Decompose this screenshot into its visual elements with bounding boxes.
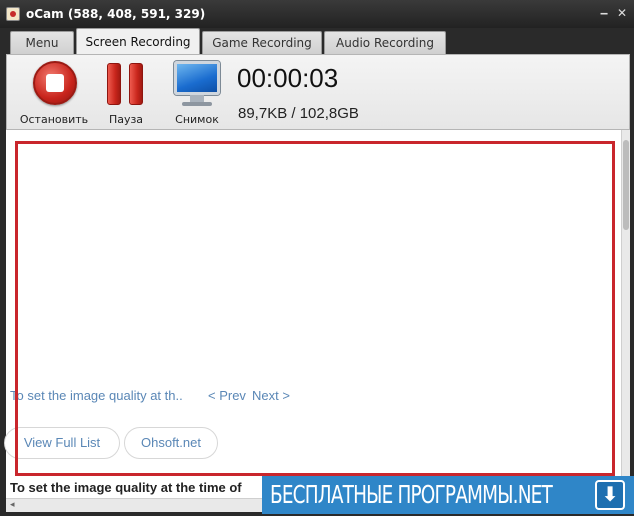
file-size-info: 89,7KB / 102,8GB: [238, 105, 359, 122]
tab-menu[interactable]: Menu: [10, 31, 74, 55]
window-title: oCam (588, 408, 591, 329): [26, 7, 206, 21]
snapshot-label: Снимок: [175, 113, 219, 126]
download-arrow-icon: ⬇: [595, 480, 625, 510]
recording-timer: 00:00:03: [237, 63, 339, 93]
ocam-app-icon: [6, 7, 20, 21]
watermark-banner: БЕСПЛАТНЫЕ ПРОГРАММЫ.NET ⬇: [262, 476, 634, 514]
stop-label: Остановить: [19, 113, 89, 126]
tab-screen-recording[interactable]: Screen Recording: [76, 28, 200, 55]
pause-label: Пауза: [108, 113, 144, 126]
stop-icon: [33, 61, 77, 105]
ocam-window: oCam (588, 408, 591, 329) ‒ ✕ Menu Scree…: [0, 0, 634, 516]
pause-icon: [107, 63, 147, 105]
recording-area-frame[interactable]: [15, 141, 615, 476]
tab-audio-recording[interactable]: Audio Recording: [324, 31, 446, 55]
pause-button[interactable]: Пауза: [91, 59, 161, 127]
vertical-scroll-thumb[interactable]: [623, 140, 629, 230]
stop-button[interactable]: Остановить: [19, 59, 89, 127]
watermark-text: БЕСПЛАТНЫЕ ПРОГРАММЫ.NET: [270, 480, 553, 509]
title-bar[interactable]: oCam (588, 408, 591, 329) ‒ ✕: [0, 0, 634, 28]
snapshot-button[interactable]: Снимок: [162, 59, 232, 127]
monitor-icon: [172, 61, 222, 107]
minimize-button[interactable]: ‒: [596, 6, 612, 20]
vertical-scrollbar[interactable]: [621, 130, 630, 500]
close-button[interactable]: ✕: [614, 6, 630, 20]
scroll-left-arrow-icon[interactable]: ◂: [10, 500, 15, 510]
tab-strip: Menu Screen Recording Game Recording Aud…: [6, 28, 630, 55]
tab-game-recording[interactable]: Game Recording: [202, 31, 322, 55]
bottom-tip-text: To set the image quality at the time of: [10, 480, 242, 495]
recording-toolbar: Остановить Пауза Снимок 00:00:03 89,7KB …: [6, 54, 630, 130]
